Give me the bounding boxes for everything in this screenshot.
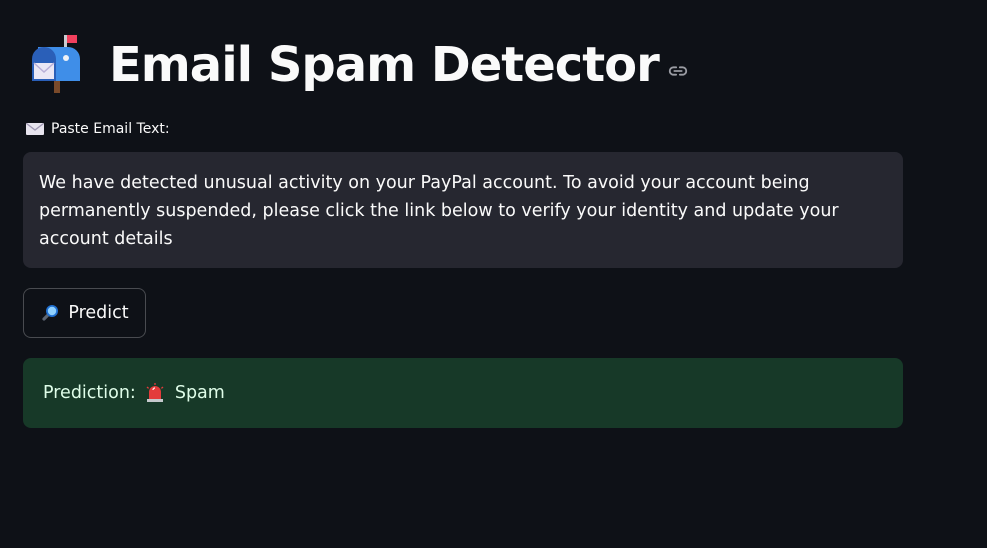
envelope-icon xyxy=(25,121,45,137)
predict-button[interactable]: Predict xyxy=(23,288,146,338)
prediction-result: Prediction: Spam xyxy=(23,358,903,428)
email-text-label: Paste Email Text: xyxy=(25,121,170,137)
prediction-value: Spam xyxy=(174,383,225,403)
prediction-prefix: Prediction: xyxy=(43,383,136,403)
email-text-input[interactable]: We have detected unusual activity on you… xyxy=(23,152,903,268)
mailbox-icon xyxy=(24,33,88,97)
magnifier-icon xyxy=(40,303,60,323)
page-header: Email Spam Detector xyxy=(24,30,689,100)
siren-icon xyxy=(144,382,166,404)
app-page: Email Spam Detector Paste Email Text: We… xyxy=(0,0,987,548)
email-text-label-text: Paste Email Text: xyxy=(51,121,170,137)
resize-handle-icon[interactable] xyxy=(892,257,900,265)
predict-button-label: Predict xyxy=(68,303,129,323)
page-title: Email Spam Detector xyxy=(109,37,660,93)
email-text-value: We have detected unusual activity on you… xyxy=(39,173,839,249)
link-icon[interactable] xyxy=(667,60,689,82)
